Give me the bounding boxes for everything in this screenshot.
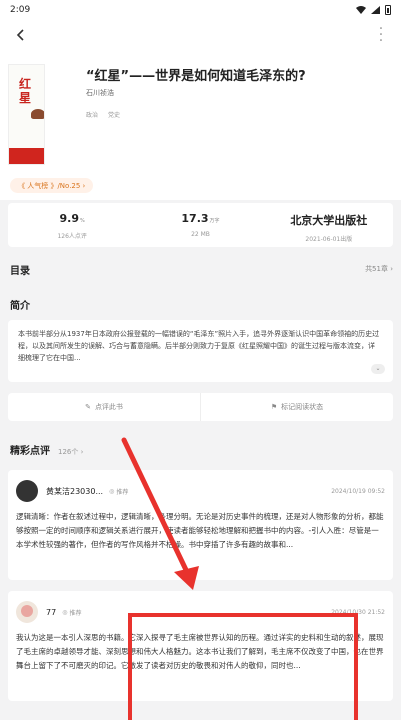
- avatar[interactable]: [16, 601, 38, 623]
- thumbs-up-icon: ◎: [62, 608, 68, 616]
- reviews-title: 精彩点评: [10, 446, 50, 457]
- cover-band: [9, 148, 44, 164]
- reviews-count: 126个 ›: [58, 448, 84, 456]
- action-label: 点评此书: [94, 403, 123, 411]
- review-header: 77 ◎ 推荐 2024/10/30 21:52: [8, 591, 393, 625]
- reviewer-name[interactable]: 黄某洁23030...: [46, 486, 103, 497]
- book-header: 红星 “红星”——世界是如何知道毛泽东的? 石川祯浩 政治 党史 《 人气榜 》…: [0, 50, 401, 200]
- cover-illustration: [31, 109, 44, 119]
- toc-title: 目录: [10, 265, 30, 277]
- review-header: 黄某洁23030... ◎ 推荐 2024/10/19 09:52: [8, 470, 393, 504]
- wifi-icon: [356, 6, 366, 14]
- stats-card: 9.9% 126人点评 17.3万字 22 MB 北京大学出版社 2021-06…: [8, 203, 393, 247]
- intro-text: 本书前半部分从1937年日本政府公报登载的一幅错误的“毛泽东”照片入手，追寻外界…: [18, 330, 380, 362]
- stat-label: 2021-06-01出版: [305, 236, 353, 243]
- book-cover[interactable]: 红星: [8, 64, 45, 165]
- toc-count: 共51章 ›: [365, 265, 393, 273]
- signal-icon: [371, 6, 380, 14]
- status-time: 2:09: [10, 5, 31, 15]
- reviews-header[interactable]: 精彩点评 126个 ›: [10, 442, 83, 457]
- cover-title: 红星: [19, 77, 32, 105]
- review-text: 逻辑清晰：作者在叙述过程中，逻辑清晰，条理分明。无论是对历史事件的梳理，还是对人…: [16, 512, 384, 549]
- book-tag[interactable]: 政治: [86, 110, 98, 119]
- recommend-badge: ◎ 推荐: [109, 487, 128, 496]
- stat-label: 22 MB: [191, 231, 210, 238]
- action-label: 标记阅读状态: [281, 403, 324, 411]
- intro-title: 简介: [10, 301, 30, 312]
- stat-label: 126人点评: [57, 233, 87, 240]
- status-icons: [356, 5, 391, 15]
- book-author[interactable]: 石川祯浩: [86, 88, 114, 98]
- more-vertical-icon[interactable]: · · ·: [371, 22, 391, 48]
- review-date: 2024/10/30 21:52: [331, 608, 385, 616]
- review-card[interactable]: 77 ◎ 推荐 2024/10/30 21:52 我认为这是一本引人深思的书籍。…: [8, 591, 393, 701]
- thumbs-up-icon: ◎: [109, 487, 115, 495]
- stat-value: 17.3万字: [181, 212, 220, 225]
- stat-publisher[interactable]: 北京大学出版社 2021-06-01出版: [265, 203, 393, 247]
- book-tags: 政治 党史: [86, 110, 120, 119]
- mark-read-status-button[interactable]: ⚑ 标记阅读状态: [200, 393, 393, 421]
- stat-value: 9.9%: [59, 212, 85, 225]
- pencil-icon: ✎: [85, 403, 91, 411]
- stat-wordcount: 17.3万字 22 MB: [136, 203, 264, 247]
- action-row: ✎ 点评此书 ⚑ 标记阅读状态: [8, 393, 393, 421]
- review-date: 2024/10/19 09:52: [331, 487, 385, 495]
- review-card[interactable]: 黄某洁23030... ◎ 推荐 2024/10/19 09:52 逻辑清晰：作…: [8, 470, 393, 580]
- battery-icon: [385, 5, 391, 15]
- avatar[interactable]: [16, 480, 38, 502]
- review-text: 我认为这是一本引人深思的书籍。它深入探寻了毛主席被世界认知的历程。通过详实的史料…: [16, 633, 384, 670]
- intro-card[interactable]: 本书前半部分从1937年日本政府公报登载的一幅错误的“毛泽东”照片入手，追寻外界…: [8, 320, 393, 382]
- flag-icon: ⚑: [270, 403, 278, 411]
- stat-rating: 9.9% 126人点评: [8, 203, 136, 247]
- rank-badge[interactable]: 《 人气榜 》/No.25 ›: [10, 178, 94, 193]
- toc-row[interactable]: 目录 共51章 ›: [0, 256, 401, 282]
- book-title: “红星”——世界是如何知道毛泽东的?: [86, 69, 306, 84]
- back-arrow-icon[interactable]: [10, 25, 30, 45]
- review-book-button[interactable]: ✎ 点评此书: [8, 393, 200, 421]
- recommend-badge: ◎ 推荐: [62, 608, 81, 617]
- reviewer-name[interactable]: 77: [46, 608, 56, 617]
- bottom-strip: [0, 710, 401, 720]
- recommend-label: 推荐: [116, 488, 129, 496]
- status-bar: 2:09: [0, 0, 401, 20]
- recommend-label: 推荐: [69, 609, 82, 617]
- top-bar: · · ·: [0, 20, 401, 50]
- stat-value: 北京大学出版社: [290, 214, 368, 227]
- chevron-down-icon[interactable]: ⌄: [371, 364, 385, 374]
- book-tag[interactable]: 党史: [108, 110, 120, 119]
